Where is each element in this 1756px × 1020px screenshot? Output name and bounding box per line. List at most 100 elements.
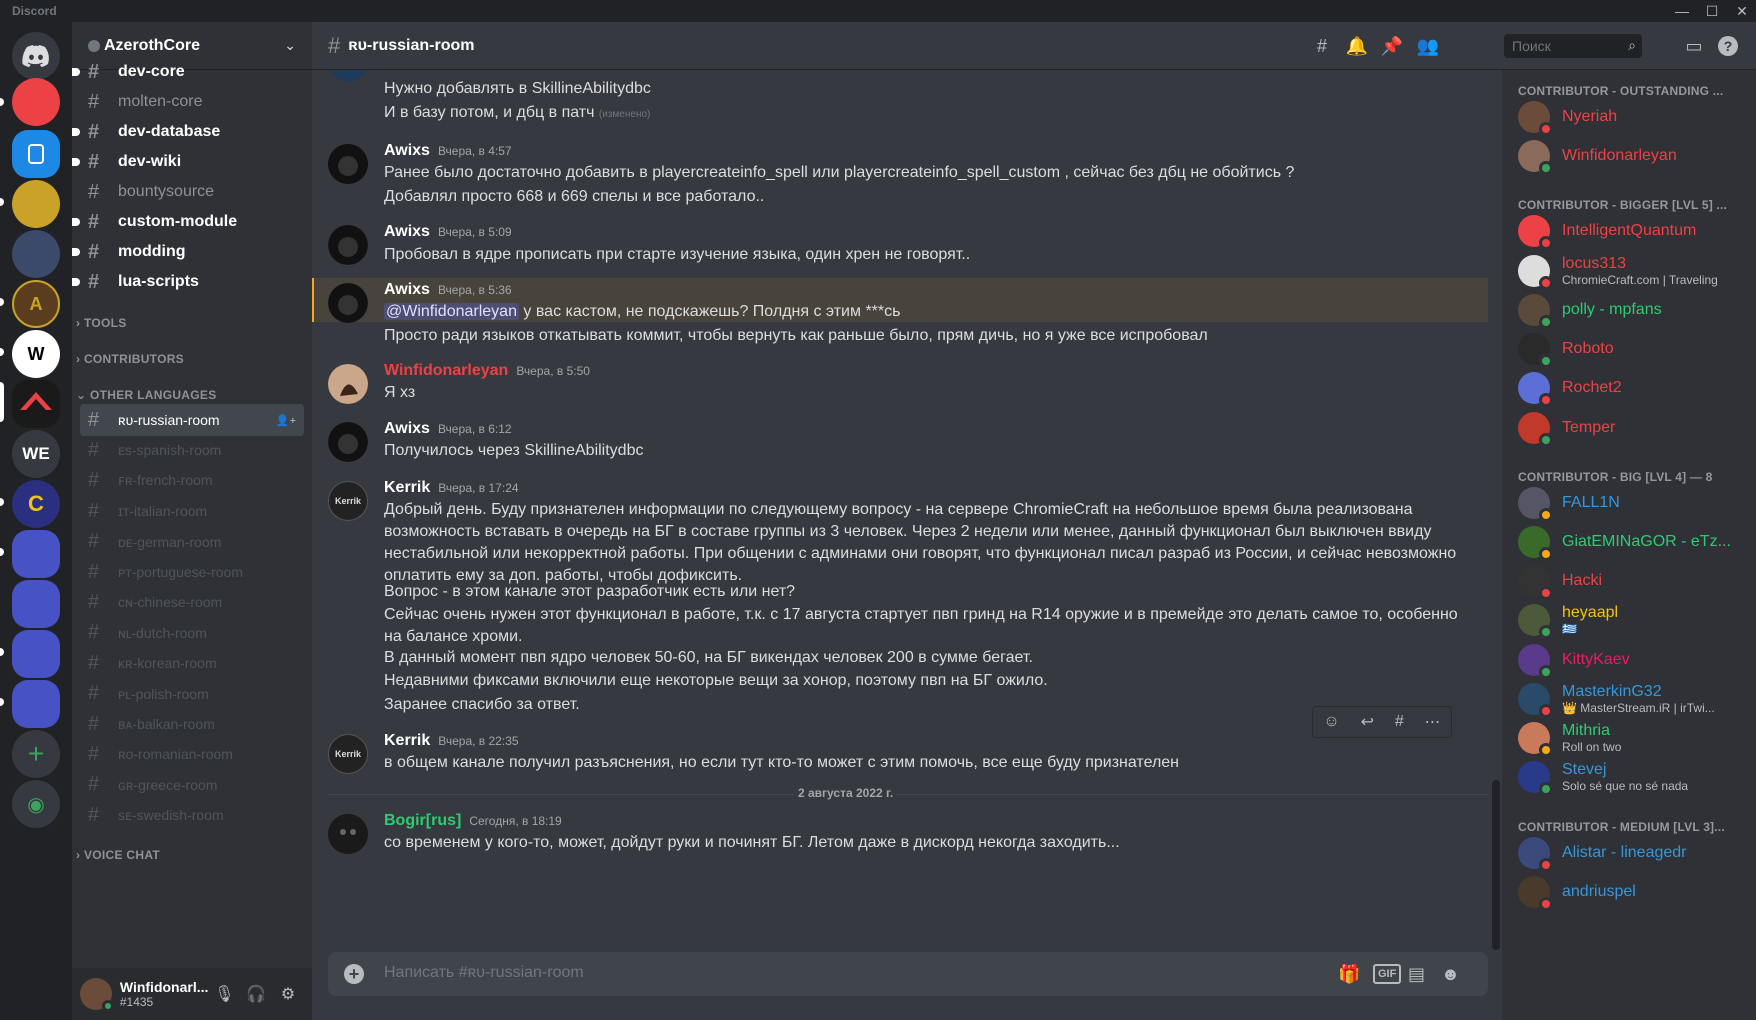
category-other-languages[interactable]: ⌄ OTHER LANGUAGES <box>76 388 217 402</box>
channel-item[interactable]: # dev-database <box>72 116 304 148</box>
member-item[interactable]: FALL1N <box>1510 482 1742 524</box>
server-folder[interactable] <box>12 530 60 578</box>
channel-item[interactable]: # ᴇs-spanish-room <box>80 434 304 466</box>
channel-item[interactable]: # ɢʀ-greece-room <box>80 769 304 801</box>
channel-item[interactable]: # ɪᴛ-italian-room <box>80 495 304 527</box>
avatar[interactable] <box>328 814 368 854</box>
channel-item[interactable]: # molten-core <box>80 86 304 118</box>
member-item[interactable]: KittyKaev <box>1510 639 1742 681</box>
channel-item[interactable]: # ɴʟ-dutch-room <box>80 617 304 649</box>
headphones-icon[interactable]: 🎧 <box>240 978 272 1010</box>
channel-item[interactable]: # ʀᴜ-russian-room 👤+ <box>80 404 304 436</box>
scrollbar[interactable] <box>1492 780 1500 950</box>
member-item[interactable]: Hacki <box>1510 560 1742 602</box>
server-icon[interactable] <box>12 380 60 428</box>
category-tools[interactable]: › TOOLS <box>76 316 127 330</box>
category-voice-chat[interactable]: › VOICE CHAT <box>76 848 160 862</box>
channel-item[interactable]: # ᴄɴ-chinese-room <box>80 586 304 618</box>
home-discord-icon[interactable] <box>12 32 60 80</box>
minimize-icon[interactable]: — <box>1668 0 1696 22</box>
gif-button[interactable]: GIF <box>1373 962 1402 986</box>
member-item[interactable]: GiatEMINaGOR - eTz... <box>1510 521 1742 563</box>
pin-icon[interactable]: 📌 <box>1380 34 1404 58</box>
member-item[interactable]: Roboto <box>1510 328 1742 370</box>
server-folder[interactable] <box>12 580 60 628</box>
channel-item[interactable]: # ꜰʀ-french-room <box>80 465 304 497</box>
server-icon[interactable] <box>12 78 60 126</box>
create-thread-icon[interactable]: # <box>1395 713 1404 731</box>
member-item[interactable]: Stevej Solo sé que no sé nada <box>1510 756 1742 798</box>
avatar[interactable]: Kerrik <box>328 734 368 774</box>
avatar[interactable] <box>328 364 368 404</box>
server-icon[interactable]: WE <box>12 430 60 478</box>
server-icon[interactable]: A <box>12 280 60 328</box>
more-icon[interactable]: ⋯ <box>1425 712 1441 732</box>
message-author[interactable]: Kerrik Вчера, в 17:24 <box>384 479 519 497</box>
members-icon[interactable]: 👥 <box>1416 34 1440 58</box>
server-icon[interactable]: C <box>12 480 60 528</box>
channel-item[interactable]: # bountysource <box>80 176 304 208</box>
server-icon[interactable] <box>12 130 60 178</box>
channel-item[interactable]: # dev-wiki <box>72 146 304 178</box>
member-item[interactable]: polly - mpfans <box>1510 289 1742 331</box>
channel-item[interactable]: # ʀᴏ-romanian-room <box>80 738 304 770</box>
add-server-icon[interactable]: + <box>12 730 60 778</box>
channel-item[interactable]: # sᴇ-swedish-room <box>80 799 304 831</box>
member-item[interactable]: MasterkinG32 👑 MasterStream.iR | irTwi... <box>1510 678 1742 720</box>
channel-item[interactable]: # dev-core <box>72 56 304 88</box>
bell-icon[interactable]: 🔔 <box>1345 34 1369 58</box>
avatar[interactable] <box>328 70 368 82</box>
help-icon[interactable]: ? <box>1718 36 1738 56</box>
avatar[interactable] <box>80 978 114 1012</box>
message-author[interactable]: Kerrik Вчера, в 22:35 <box>384 732 519 750</box>
avatar[interactable] <box>328 283 368 323</box>
server-folder[interactable] <box>12 630 60 678</box>
channel-item[interactable]: # ᴘᴛ-portuguese-room <box>80 556 304 588</box>
add-reaction-icon[interactable]: ☺ <box>1323 713 1339 731</box>
channel-item[interactable]: # ᴘʟ-polish-room <box>80 678 304 710</box>
gear-icon[interactable]: ⚙ <box>272 978 304 1010</box>
add-attachment-icon[interactable]: + <box>344 964 364 984</box>
gift-icon[interactable]: 🎁 <box>1338 962 1360 986</box>
close-icon[interactable]: ✕ <box>1728 0 1756 22</box>
server-icon[interactable] <box>12 180 60 228</box>
member-item[interactable]: andriuspel <box>1510 871 1742 913</box>
channel-item[interactable]: # ʙᴀ-balkan-room <box>80 708 304 740</box>
maximize-icon[interactable]: ☐ <box>1698 0 1726 22</box>
message-author[interactable]: Awixs Вчера, в 6:12 <box>384 420 512 438</box>
message-author[interactable]: Winfidonarleyan Вчера, в 5:50 <box>384 362 590 380</box>
member-item[interactable]: IntelligentQuantum <box>1510 210 1742 252</box>
message-author[interactable]: Bogir[rus] Сегодня, в 18:19 <box>384 812 562 830</box>
message-author[interactable]: Awixs Вчера, в 4:57 <box>384 142 512 160</box>
member-item[interactable]: Mithria Roll on two <box>1510 717 1742 759</box>
member-item[interactable]: heyaapl 🇬🇷 <box>1510 599 1742 641</box>
server-icon[interactable]: W <box>12 330 60 378</box>
avatar[interactable] <box>328 225 368 265</box>
search-input[interactable]: Поиск ⌕ <box>1504 34 1642 58</box>
sticker-icon[interactable]: ▤ <box>1408 962 1425 986</box>
message-author[interactable]: Awixs Вчера, в 5:36 <box>384 281 512 299</box>
message-input[interactable]: Написать #ʀᴜ-russian-room <box>384 964 584 982</box>
member-item[interactable]: locus313 ChromieCraft.com | Traveling <box>1510 250 1742 292</box>
invite-icon[interactable]: 👤+ <box>276 414 296 427</box>
member-item[interactable]: Rochet2 <box>1510 367 1742 409</box>
inbox-icon[interactable]: ▭ <box>1682 34 1706 58</box>
channel-item[interactable]: # ᴋʀ-korean-room <box>80 647 304 679</box>
category-contributors[interactable]: › CONTRIBUTORS <box>76 352 184 366</box>
avatar[interactable] <box>328 422 368 462</box>
avatar[interactable]: Kerrik <box>328 481 368 521</box>
server-folder[interactable] <box>12 680 60 728</box>
emoji-icon[interactable]: ☻ <box>1441 962 1460 986</box>
server-icon[interactable] <box>12 230 60 278</box>
channel-item[interactable]: # ᴅᴇ-german-room <box>80 526 304 558</box>
channel-item[interactable]: # lua-scripts <box>72 266 304 298</box>
message-author[interactable]: Awixs Вчера, в 5:09 <box>384 223 512 241</box>
microphone-icon[interactable]: 🎙 <box>208 978 240 1010</box>
channel-item[interactable]: # modding <box>72 236 304 268</box>
member-item[interactable]: Alistar - lineagedr <box>1510 832 1742 874</box>
threads-icon[interactable]: # <box>1310 34 1334 58</box>
member-item[interactable]: Temper <box>1510 407 1742 449</box>
reply-icon[interactable]: ↩ <box>1361 712 1374 732</box>
user-mention[interactable]: @Winfidonarleyan <box>384 303 519 320</box>
channel-item[interactable]: # custom-module <box>72 206 304 238</box>
